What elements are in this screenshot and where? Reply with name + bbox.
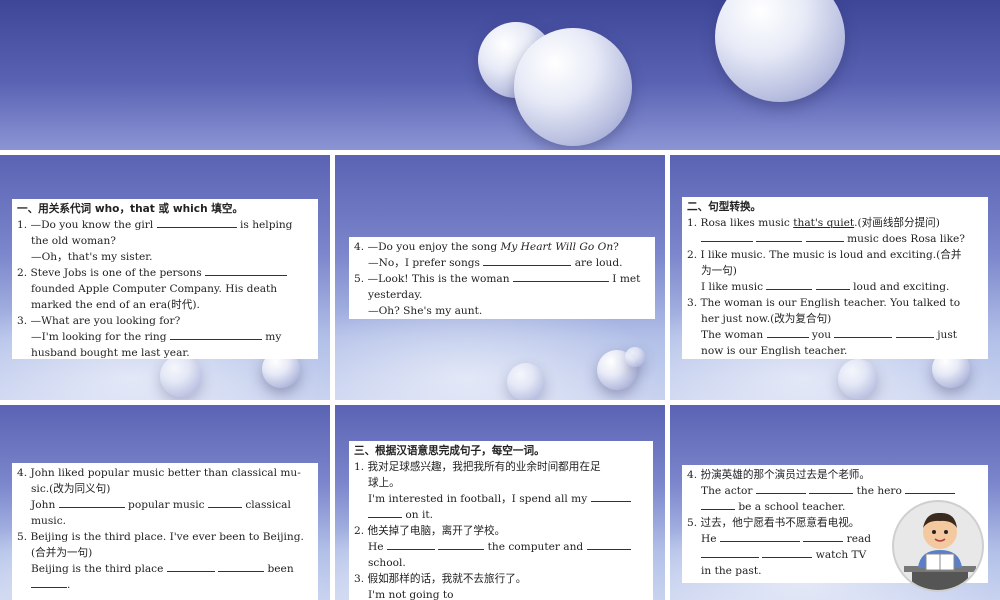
question-line: 3. The woman is our English teacher. You… [687,297,961,309]
answer-blank[interactable] [169,329,262,340]
answer-blank[interactable] [815,279,850,290]
exercise-card: 二、句型转换。 1. Rosa likes music that's quiet… [682,197,988,359]
question-line: founded Apple Computer Company. His deat… [31,283,278,295]
question-line: 1. Rosa likes music that's quiet.(对画线部分提… [687,217,940,229]
answer-blank[interactable] [31,577,67,588]
answer-blank[interactable] [166,561,215,572]
question-line: school. [368,557,406,569]
question-line: on it. [354,507,648,523]
answer-blank[interactable] [438,539,485,550]
answer-blank[interactable] [701,547,759,558]
answer-blank[interactable] [834,327,893,338]
section-heading: 二、句型转换。 [687,201,762,213]
question-line: —Oh? She's my aunt. [368,305,483,317]
slide-3: 二、句型转换。 1. Rosa likes music that's quiet… [670,155,1000,400]
decorative-sphere [715,0,845,102]
answer-blank[interactable] [512,271,609,282]
answer-blank[interactable] [755,483,806,494]
slide-4: 4. John liked popular music better than … [0,405,330,600]
question-line: music does Rosa like? [687,231,983,247]
answer-blank[interactable] [58,497,125,508]
question-line: her just now.(改为复合句) [701,313,832,325]
answer-blank[interactable] [756,231,803,242]
decorative-sphere [625,347,645,367]
answer-blank[interactable] [701,499,735,510]
answer-blank[interactable] [207,497,242,508]
answer-blank[interactable] [368,507,402,518]
slide-2: 4. —Do you enjoy the song My Heart Will … [335,155,665,400]
answer-blank[interactable] [809,483,854,494]
answer-blank[interactable] [895,327,934,338]
decorative-sphere [838,359,878,399]
question-line: the old woman? [31,235,116,247]
question-line: 2. I like music. The music is loud and e… [687,249,962,261]
answer-blank[interactable] [766,279,813,290]
answer-blank[interactable] [386,539,435,550]
section-heading: 三、根据汉语意思完成句子，每空一词。 [354,445,545,457]
question-line: (合并为一句) [31,547,93,559]
student-reading-icon [904,512,976,590]
question-line: I'm interested in football，I spend all m… [354,491,648,507]
question-line: 1. —Do you know the girl is helping [17,217,293,231]
answer-blank[interactable] [483,255,572,266]
answer-blank[interactable] [805,231,844,242]
question-line: 4. 扮演英雄的那个演员过去是个老师。 [687,469,870,481]
answer-blank[interactable] [905,483,956,494]
question-line: The actor the hero [687,483,983,499]
exercise-card: 三、根据汉语意思完成句子，每空一词。 1. 我对足球感兴趣，我把我所有的业余时间… [349,441,653,600]
section-heading: 一、用关系代词 who，that 或 which 填空。 [17,203,244,215]
question-line: husband bought me last year. [31,347,190,359]
exercise-card: 一、用关系代词 who，that 或 which 填空。 1. —Do you … [12,199,318,359]
question-line: —Oh，that's my sister. [31,251,153,263]
question-line: 2. 他关掉了电脑，离开了学校。 [354,525,506,537]
exercise-card: 4. John liked popular music better than … [12,463,318,600]
question-line: 4. —Do you enjoy the song My Heart Will … [354,241,619,253]
question-line: Beijing is the third place been [31,561,294,575]
answer-blank[interactable] [586,539,631,550]
answer-blank[interactable] [719,531,800,542]
slide-5: 三、根据汉语意思完成句子，每空一词。 1. 我对足球感兴趣，我把我所有的业余时间… [335,405,665,600]
question-line: yesterday. [368,289,423,301]
exercise-card: 4. —Do you enjoy the song My Heart Will … [349,237,655,319]
decorative-sphere [160,355,202,397]
question-line: now is our English teacher. [701,345,848,357]
question-line: —No，I prefer songs are loud. [368,255,623,269]
question-line: I like music loud and exciting. [701,279,950,293]
question-line: 1. 我对足球感兴趣，我把我所有的业余时间都用在足 [354,461,601,473]
question-line: 为一句) [701,265,737,277]
answer-blank[interactable] [766,327,809,338]
decorative-sphere [514,28,632,146]
student-reading-avatar [892,500,984,592]
question-line: —I'm looking for the ring my [31,329,282,343]
question-line: 3. 假如那样的话，我就不去旅行了。 [354,573,527,585]
question-line: 球上。 [368,477,400,489]
question-line: sic.(改为同义句) [31,483,111,495]
answer-blank[interactable] [205,265,288,276]
title-banner [0,0,1000,150]
question-line: music. [31,515,66,527]
answer-blank[interactable] [701,231,753,242]
answer-blank[interactable] [762,547,813,558]
answer-blank[interactable] [218,561,265,572]
question-line: 2. Steve Jobs is one of the persons [17,265,313,281]
answer-blank[interactable] [156,217,237,228]
question-line: He the computer and [354,539,648,555]
question-line: The woman you just [701,327,958,341]
answer-blank[interactable] [803,531,844,542]
answer-blank[interactable] [590,491,631,502]
question-line: 3. —What are you looking for? [17,315,181,327]
question-line: 5. Beijing is the third place. I've ever… [17,531,304,543]
decorative-sphere [507,363,545,400]
question-line: . [17,577,313,593]
slide-1: 一、用关系代词 who，that 或 which 填空。 1. —Do you … [0,155,330,400]
question-line: 4. John liked popular music better than … [17,467,301,479]
question-line: 5. —Look! This is the woman I met [354,271,641,285]
question-line: marked the end of an era(时代). [31,299,200,311]
question-line: John popular music classical [31,497,291,511]
question-line: I'm not going to [368,589,454,600]
